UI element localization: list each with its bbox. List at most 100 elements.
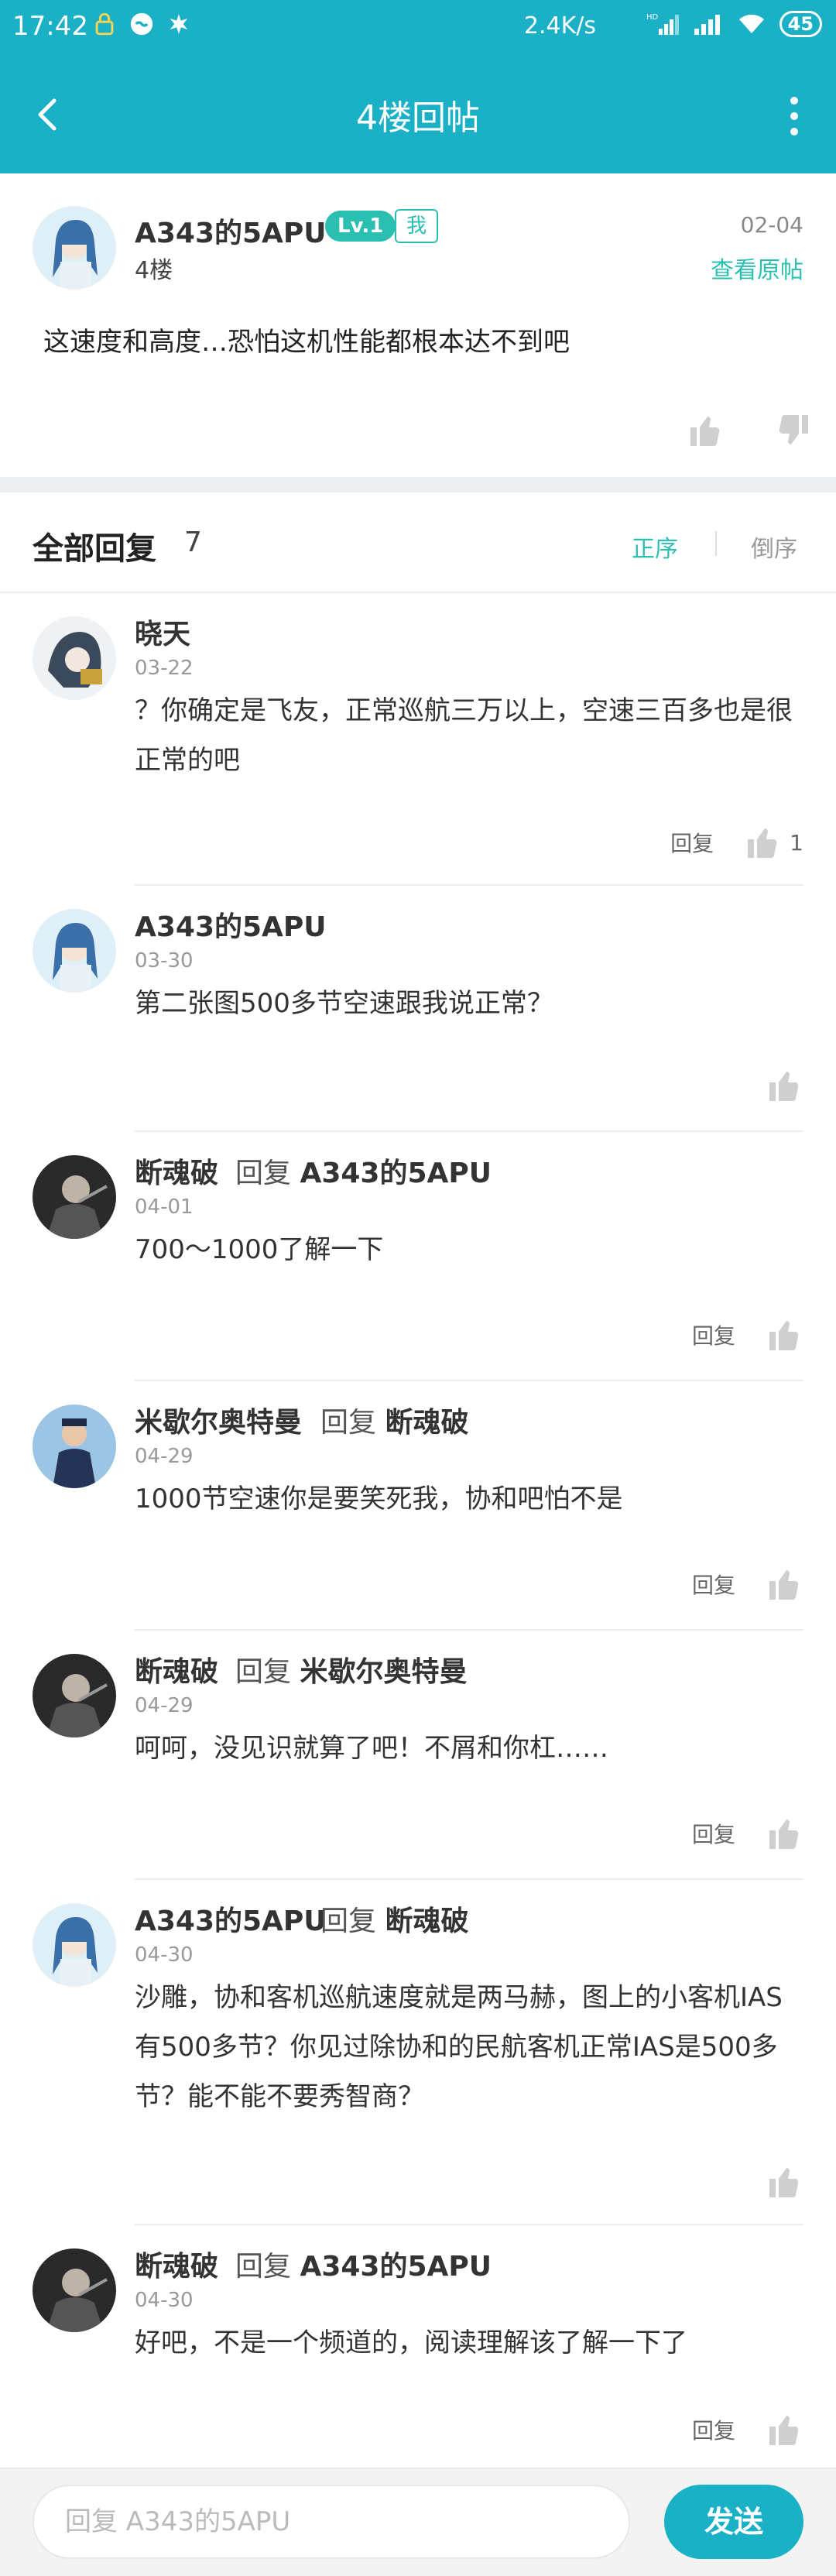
me-badge: 我 bbox=[395, 209, 438, 243]
reply-actions: 回复 1 bbox=[670, 824, 803, 861]
post-content: 这速度和高度…恐怕这机性能都根本达不到吧 bbox=[43, 327, 570, 358]
post-date: 02-04 bbox=[740, 212, 803, 238]
svg-text:HD: HD bbox=[646, 13, 659, 22]
reply-date: 04-30 bbox=[135, 1943, 194, 1967]
reply-username[interactable]: 断魂破 bbox=[135, 1649, 218, 1689]
thumbs-up-icon[interactable] bbox=[687, 412, 725, 449]
list-item: 晓天 03-22 ？你确定是飞友，正常巡航三万以上，空速三百多也是很正常的吧 回… bbox=[0, 593, 836, 886]
reply-date: 04-29 bbox=[135, 1445, 194, 1468]
floor-number: 4楼 bbox=[135, 257, 173, 284]
reply-username[interactable]: A343的5APU bbox=[135, 904, 327, 945]
reply-username[interactable]: 断魂破 bbox=[135, 2244, 218, 2284]
reply-input-bar: 回复 A343的5APU 发送 bbox=[0, 2468, 836, 2576]
reply-text: 1000节空速你是要笑死我，协和吧怕不是 bbox=[135, 1484, 623, 1514]
more-options-button[interactable] bbox=[783, 93, 805, 139]
reply-target-user[interactable]: A343的5APU bbox=[300, 2251, 492, 2283]
reply-target-user[interactable]: 断魂破 bbox=[385, 1905, 468, 1937]
status-left-icons bbox=[91, 11, 192, 37]
post-username[interactable]: A343的5APU bbox=[135, 211, 327, 251]
thumbs-up-icon[interactable] bbox=[766, 2411, 803, 2448]
thumbs-up-icon[interactable] bbox=[766, 2163, 803, 2200]
list-item: 断魂破 回复 A343的5APU 04-01 700～1000了解一下 回复 bbox=[0, 1132, 836, 1381]
reply-actions: 回复 bbox=[692, 1815, 803, 1852]
reply-username[interactable]: 断魂破 bbox=[135, 1151, 218, 1191]
lock-icon bbox=[95, 12, 114, 36]
reply-to: 回复 A343的5APU bbox=[235, 1151, 492, 1191]
sort-desc-tab[interactable]: 倒序 bbox=[751, 530, 797, 564]
thumbs-down-icon[interactable] bbox=[774, 412, 811, 449]
thumbs-up-icon[interactable] bbox=[766, 1815, 803, 1852]
reply-text: 第二张图500多节空速跟我说正常？ bbox=[135, 988, 553, 1019]
reply-date: 04-29 bbox=[135, 1694, 194, 1717]
reply-to: 回复 米歇尔奥特曼 bbox=[235, 1649, 467, 1689]
battery-icon: 45 bbox=[779, 11, 822, 37]
avatar[interactable] bbox=[33, 616, 116, 700]
avatar[interactable] bbox=[33, 1155, 116, 1239]
list-item: 断魂破 回复 米歇尔奥特曼 04-29 呵呵，没见识就算了吧！不屑和你杠…… 回… bbox=[0, 1631, 836, 1880]
wifi-icon bbox=[738, 14, 764, 33]
signal-icon bbox=[694, 15, 720, 35]
thumbs-up-icon[interactable] bbox=[766, 1566, 803, 1603]
sort-asc-tab[interactable]: 正序 bbox=[632, 530, 678, 564]
list-item: A343的5APU 03-30 第二张图500多节空速跟我说正常？ bbox=[0, 886, 836, 1132]
reply-target-user[interactable]: A343的5APU bbox=[300, 1158, 492, 1189]
reply-username[interactable]: 米歇尔奥特曼 bbox=[135, 1400, 302, 1440]
reply-word: 回复 bbox=[320, 1905, 377, 1937]
send-button[interactable]: 发送 bbox=[664, 2485, 803, 2559]
reply-username[interactable]: 晓天 bbox=[135, 612, 190, 652]
reply-word: 回复 bbox=[320, 1407, 377, 1439]
status-speed: 2.4K/s bbox=[523, 12, 596, 39]
reply-text: 沙雕，协和客机巡航速度就是两马赫，图上的小客机IAS有500多节？你见过除协和的… bbox=[135, 1982, 783, 2112]
reply-word: 回复 bbox=[235, 1158, 292, 1189]
original-post: A343的5APU Lv.1 我 4楼 02-04 查看原帖 这速度和高度…恐怕… bbox=[0, 173, 836, 477]
reply-target-user[interactable]: 断魂破 bbox=[385, 1407, 468, 1439]
reply-to: 回复 A343的5APU bbox=[235, 2244, 492, 2284]
thumbs-up-icon[interactable] bbox=[766, 1316, 803, 1353]
list-item: 断魂破 回复 A343的5APU 04-30 好吧，不是一个频道的，阅读理解该了… bbox=[0, 2225, 836, 2468]
all-replies-label: 全部回复 bbox=[33, 531, 156, 567]
leaf-icon bbox=[170, 14, 188, 34]
avatar[interactable] bbox=[33, 206, 116, 290]
level-badge: Lv.1 bbox=[325, 211, 396, 242]
reply-button[interactable]: 回复 bbox=[670, 827, 714, 858]
reply-word: 回复 bbox=[235, 1656, 292, 1688]
avatar[interactable] bbox=[33, 1903, 116, 1987]
reply-username[interactable]: A343的5APU bbox=[135, 1899, 327, 1939]
status-bar: 17:42 2.4K/s HD 45 bbox=[0, 0, 836, 56]
status-time: 17:42 bbox=[12, 11, 88, 42]
avatar[interactable] bbox=[33, 1654, 116, 1737]
sort-divider bbox=[715, 531, 717, 556]
avatar[interactable] bbox=[33, 1405, 116, 1488]
view-original-link[interactable]: 查看原帖 bbox=[711, 251, 803, 285]
thumbs-up-icon[interactable] bbox=[766, 1067, 803, 1104]
reply-text: ？你确定是飞友，正常巡航三万以上，空速三百多也是很正常的吧 bbox=[135, 695, 793, 776]
reply-actions bbox=[766, 1067, 803, 1104]
list-item: A343的5APU 回复 断魂破 04-30 沙雕，协和客机巡航速度就是两马赫，… bbox=[0, 1880, 836, 2225]
reply-input[interactable]: 回复 A343的5APU bbox=[33, 2485, 630, 2559]
reply-button[interactable]: 回复 bbox=[692, 1569, 735, 1600]
reply-thread-screen: 17:42 2.4K/s HD 45 4楼回帖 A343的5APU Lv.1 我… bbox=[0, 0, 836, 2576]
section-gap bbox=[0, 477, 836, 492]
reply-actions: 回复 bbox=[692, 1316, 803, 1353]
replies-header: 全部回复 7 正序 倒序 bbox=[0, 492, 836, 593]
reply-button[interactable]: 回复 bbox=[692, 2414, 735, 2445]
reply-text: 700～1000了解一下 bbox=[135, 1234, 384, 1265]
reply-date: 04-30 bbox=[135, 2289, 194, 2312]
reply-button[interactable]: 回复 bbox=[692, 1818, 735, 1849]
reply-button[interactable]: 回复 bbox=[692, 1319, 735, 1350]
reply-date: 03-22 bbox=[135, 657, 194, 680]
reply-to: 回复 断魂破 bbox=[320, 1400, 468, 1440]
reply-date: 04-01 bbox=[135, 1195, 194, 1219]
page-title: 4楼回帖 bbox=[356, 98, 480, 138]
reply-text: 好吧，不是一个频道的，阅读理解该了解一下了 bbox=[135, 2327, 687, 2358]
avatar[interactable] bbox=[33, 2248, 116, 2332]
top-header: 17:42 2.4K/s HD 45 4楼回帖 bbox=[0, 0, 836, 173]
reply-text: 呵呵，没见识就算了吧！不屑和你杠…… bbox=[135, 1733, 608, 1764]
avatar[interactable] bbox=[33, 909, 116, 993]
reply-target-user[interactable]: 米歇尔奥特曼 bbox=[300, 1656, 467, 1688]
reply-actions bbox=[766, 2163, 803, 2200]
like-count: 1 bbox=[790, 829, 803, 856]
thumbs-up-icon[interactable] bbox=[745, 824, 782, 861]
reply-actions: 回复 bbox=[692, 2411, 803, 2448]
reply-to: 回复 断魂破 bbox=[320, 1899, 468, 1939]
